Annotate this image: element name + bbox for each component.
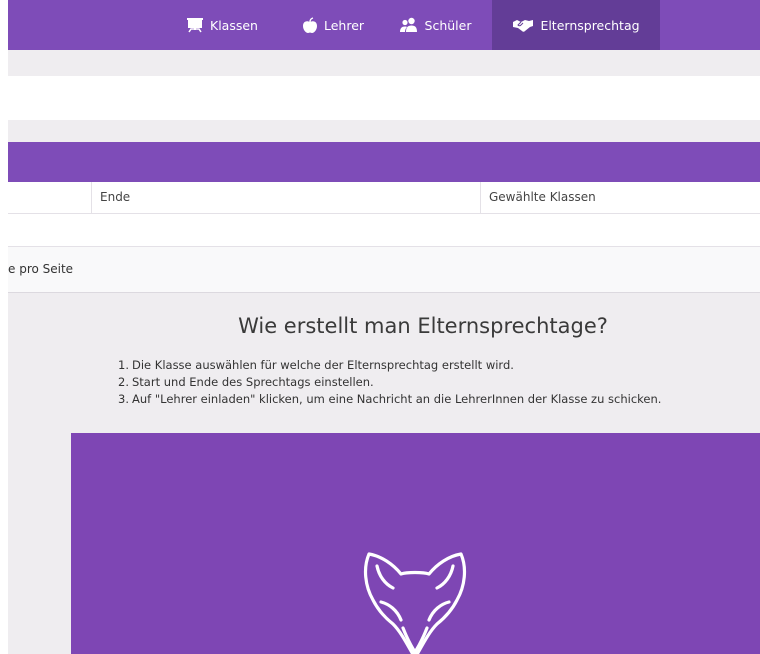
nav-label-klassen: Klassen [210,17,258,33]
help-title: Wie erstellt man Elternsprechtage? [238,314,608,338]
nav-label-lehrer: Lehrer [323,17,365,33]
nav-item-lehrer[interactable]: Lehrer [288,0,378,50]
apple-icon [302,16,318,34]
presentation-board-icon [186,17,204,33]
entries-per-page-label: e pro Seite [8,262,74,276]
fox-logo-icon [359,548,471,654]
spacer-band [8,120,760,142]
handshake-icon [512,18,534,33]
toolbar-area [8,76,760,120]
users-icon [399,17,419,33]
nav-label-elternsprechtag: Elternsprechtag [540,17,640,33]
table-header-bar [8,142,760,182]
help-step: 1. Die Klasse auswählen für welche der El… [118,358,514,372]
illustration-panel [71,433,760,654]
table-empty-row [8,214,760,247]
subheader-band [8,50,760,76]
nav-label-schueler: Schüler [424,17,472,33]
table-column-headers: Ende Gewählte Klassen [8,182,760,214]
page: Klassen Lehrer Schüler Elternsprechtag E… [0,0,760,654]
top-navigation: Klassen Lehrer Schüler Elternsprechtag [8,0,760,50]
column-header-gewaehlte-klassen[interactable]: Gewählte Klassen [480,182,760,213]
left-edge-strip [0,0,8,654]
nav-item-schueler[interactable]: Schüler [384,0,486,50]
nav-item-elternsprechtag[interactable]: Elternsprechtag [492,0,660,50]
column-header-start[interactable] [8,182,91,213]
nav-item-klassen[interactable]: Klassen [168,0,276,50]
help-steps-list: 1. Die Klasse auswählen für welche der El… [118,357,661,408]
pagination-bar: e pro Seite [8,247,760,293]
help-step: 2. Start und Ende des Sprechtags einstell… [118,375,374,389]
help-step: 3. Auf "Lehrer einladen" klicken, um eine… [118,392,662,406]
column-header-ende[interactable]: Ende [91,182,480,213]
